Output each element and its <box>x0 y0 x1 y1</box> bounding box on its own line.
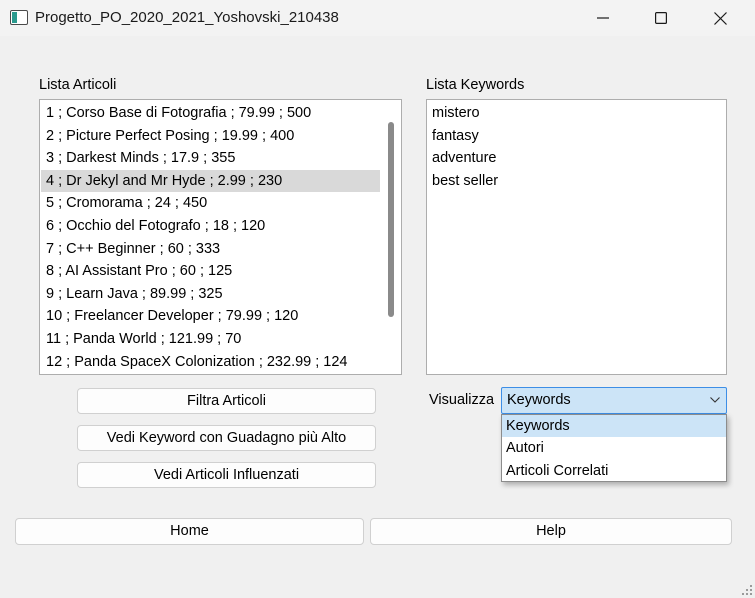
close-button[interactable] <box>697 0 743 36</box>
article-list-item[interactable]: 10 ; Freelancer Developer ; 79.99 ; 120 <box>41 305 380 328</box>
top-keyword-button[interactable]: Vedi Keyword con Guadagno più Alto <box>77 425 376 451</box>
dropdown-option[interactable]: Keywords <box>502 415 726 438</box>
view-select[interactable]: Keywords <box>501 387 727 414</box>
article-list-item[interactable]: 1 ; Corso Base di Fotografia ; 79.99 ; 5… <box>41 102 380 125</box>
keywords-list[interactable]: mistero fantasy adventure best seller <box>426 99 727 375</box>
article-list-item[interactable]: 12 ; Panda SpaceX Colonization ; 232.99 … <box>41 351 380 374</box>
articles-scrollbar[interactable] <box>381 100 401 374</box>
chevron-down-icon <box>710 397 720 403</box>
close-icon <box>714 12 727 25</box>
app-icon <box>10 10 28 25</box>
article-list-item[interactable]: 5 ; Cromorama ; 24 ; 450 <box>41 192 380 215</box>
minimize-button[interactable] <box>580 0 626 36</box>
article-list-item[interactable]: 11 ; Panda World ; 121.99 ; 70 <box>41 328 380 351</box>
article-list-item[interactable]: 7 ; C++ Beginner ; 60 ; 333 <box>41 238 380 261</box>
window-title: Progetto_PO_2020_2021_Yoshovski_210438 <box>35 9 339 26</box>
article-list-item[interactable]: 8 ; AI Assistant Pro ; 60 ; 125 <box>41 260 380 283</box>
keyword-list-item[interactable]: mistero <box>427 102 726 125</box>
keywords-label: Lista Keywords <box>426 77 525 93</box>
influenced-articles-button[interactable]: Vedi Articoli Influenzati <box>77 462 376 488</box>
view-select-dropdown[interactable]: Keywords Autori Articoli Correlati <box>501 414 727 482</box>
keyword-list-item[interactable]: adventure <box>427 147 726 170</box>
articles-list[interactable]: 1 ; Corso Base di Fotografia ; 79.99 ; 5… <box>39 99 402 375</box>
article-list-item[interactable]: 6 ; Occhio del Fotografo ; 18 ; 120 <box>41 215 380 238</box>
minimize-icon <box>597 17 609 19</box>
article-list-item[interactable]: 9 ; Learn Java ; 89.99 ; 325 <box>41 283 380 306</box>
help-button[interactable]: Help <box>370 518 732 545</box>
view-select-value: Keywords <box>507 392 571 408</box>
maximize-button[interactable] <box>638 0 684 36</box>
keyword-list-item[interactable]: fantasy <box>427 125 726 148</box>
view-select-label: Visualizza <box>429 392 495 408</box>
dropdown-option[interactable]: Articoli Correlati <box>502 460 726 482</box>
keyword-list-item[interactable]: best seller <box>427 170 726 193</box>
articles-label: Lista Articoli <box>39 77 117 93</box>
dropdown-option[interactable]: Autori <box>502 437 726 459</box>
article-list-item[interactable]: 2 ; Picture Perfect Posing ; 19.99 ; 400 <box>41 125 380 148</box>
title-bar[interactable]: Progetto_PO_2020_2021_Yoshovski_210438 <box>0 0 755 36</box>
resize-grip-icon[interactable] <box>741 584 753 596</box>
filter-articles-button[interactable]: Filtra Articoli <box>77 388 376 414</box>
article-list-item[interactable]: 3 ; Darkest Minds ; 17.9 ; 355 <box>41 147 380 170</box>
article-list-item[interactable]: 4 ; Dr Jekyl and Mr Hyde ; 2.99 ; 230 <box>41 169 380 193</box>
scrollbar-thumb[interactable] <box>388 122 394 317</box>
home-button[interactable]: Home <box>15 518 364 545</box>
maximize-icon <box>655 12 667 24</box>
